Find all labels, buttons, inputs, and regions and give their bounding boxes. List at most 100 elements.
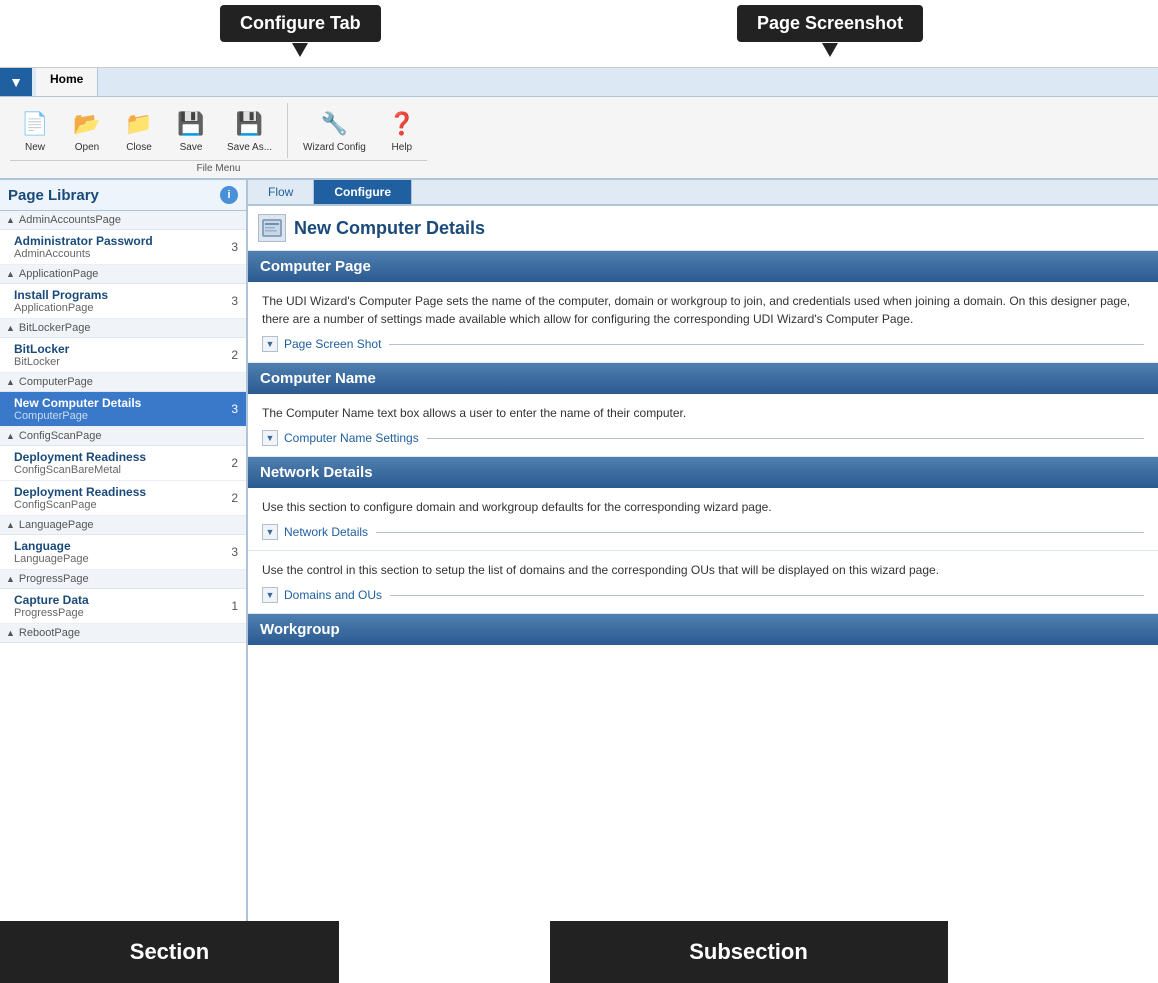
- section-body-computer-name: The Computer Name text box allows a user…: [248, 394, 1158, 457]
- save-as-icon: 💾: [234, 108, 266, 140]
- sidebar-item-deployment-configscan[interactable]: Deployment Readiness ConfigScanPage 2: [0, 481, 246, 516]
- help-icon: ❓: [386, 108, 418, 140]
- subsection-page-screenshot[interactable]: ▼ Page Screen Shot: [262, 336, 1144, 352]
- chevron-icon: ▲: [6, 323, 15, 333]
- group-label: LanguagePage: [19, 519, 94, 531]
- item-badge: 3: [231, 294, 238, 308]
- new-label: New: [25, 142, 45, 153]
- section-header-workgroup: Workgroup: [248, 614, 1158, 645]
- item-badge: 1: [231, 599, 238, 613]
- ribbon-tab-home[interactable]: Home: [36, 68, 98, 96]
- chevron-icon: ▲: [6, 628, 15, 638]
- save-as-button[interactable]: 💾 Save As...: [218, 103, 281, 158]
- subsection-computer-name-settings[interactable]: ▼ Computer Name Settings: [262, 430, 1144, 446]
- close-icon: 📁: [123, 108, 155, 140]
- sidebar-group-language[interactable]: ▲ LanguagePage: [0, 516, 246, 535]
- sidebar-item-deployment-baremetal[interactable]: Deployment Readiness ConfigScanBareMetal…: [0, 446, 246, 481]
- page-screenshot-label: Page Screenshot: [737, 5, 923, 42]
- page-title: New Computer Details: [294, 218, 485, 239]
- group-label: ComputerPage: [19, 376, 93, 388]
- computer-name-description: The Computer Name text box allows a user…: [262, 404, 1144, 422]
- ribbon-menu-icon[interactable]: ▼: [0, 68, 32, 96]
- save-button[interactable]: 💾 Save: [166, 103, 216, 158]
- tab-flow[interactable]: Flow: [248, 180, 314, 204]
- item-badge: 3: [231, 545, 238, 559]
- item-content: Deployment Readiness ConfigScanPage: [14, 485, 231, 511]
- sidebar-item-new-computer[interactable]: New Computer Details ComputerPage 3: [0, 392, 246, 427]
- sidebar-group-progress[interactable]: ▲ ProgressPage: [0, 570, 246, 589]
- sidebar-group-reboot[interactable]: ▲ RebootPage: [0, 624, 246, 643]
- item-subtitle: LanguagePage: [14, 553, 231, 565]
- group-label: ConfigScanPage: [19, 430, 102, 442]
- network-details-description: Use this section to configure domain and…: [262, 498, 1144, 516]
- tab-configure[interactable]: Configure: [314, 180, 412, 204]
- content-tabs: Flow Configure: [248, 180, 1158, 206]
- network-2-description: Use the control in this section to setup…: [262, 561, 1144, 579]
- item-content: Language LanguagePage: [14, 539, 231, 565]
- subsection-line: [389, 344, 1144, 345]
- sidebar-group-configscan[interactable]: ▲ ConfigScanPage: [0, 427, 246, 446]
- chevron-icon: ▲: [6, 269, 15, 279]
- subsection-bottom-label: Subsection: [550, 921, 948, 983]
- item-title: Administrator Password: [14, 234, 231, 248]
- help-label: Help: [392, 142, 413, 153]
- sidebar-header: Page Library i: [0, 180, 246, 211]
- sidebar-group-app[interactable]: ▲ ApplicationPage: [0, 265, 246, 284]
- subsection-network-details[interactable]: ▼ Network Details: [262, 524, 1144, 540]
- item-badge: 2: [231, 491, 238, 505]
- subsection-chevron-icon: ▼: [262, 587, 278, 603]
- section-bottom-label: Section: [0, 921, 339, 983]
- section-body-computer-page: The UDI Wizard's Computer Page sets the …: [248, 282, 1158, 363]
- item-content: BitLocker BitLocker: [14, 342, 231, 368]
- info-icon[interactable]: i: [220, 186, 238, 204]
- subsection-domains-ous[interactable]: ▼ Domains and OUs: [262, 587, 1144, 603]
- item-title: Capture Data: [14, 593, 231, 607]
- bottom-labels: Section Subsection: [0, 921, 1158, 983]
- ribbon: ▼ Home 📄 New 📂 Open 📁 Close 💾 S: [0, 68, 1158, 180]
- sidebar-group-computer[interactable]: ▲ ComputerPage: [0, 373, 246, 392]
- subsection-line: [427, 438, 1144, 439]
- open-icon: 📂: [71, 108, 103, 140]
- close-button[interactable]: 📁 Close: [114, 103, 164, 158]
- bottom-right-space: [948, 921, 1158, 983]
- item-subtitle: ApplicationPage: [14, 302, 231, 314]
- page-library-title: Page Library: [8, 187, 99, 204]
- item-subtitle: BitLocker: [14, 356, 231, 368]
- item-subtitle: ProgressPage: [14, 607, 231, 619]
- group-label: ApplicationPage: [19, 268, 99, 280]
- content-body: New Computer Details Computer Page The U…: [248, 206, 1158, 921]
- subsection-label: Page Screen Shot: [284, 337, 381, 351]
- computer-page-description: The UDI Wizard's Computer Page sets the …: [262, 292, 1144, 328]
- help-button[interactable]: ❓ Help: [377, 103, 427, 158]
- sidebar-item-capture-data[interactable]: Capture Data ProgressPage 1: [0, 589, 246, 624]
- item-badge: 2: [231, 456, 238, 470]
- item-badge: 2: [231, 348, 238, 362]
- chevron-icon: ▲: [6, 215, 15, 225]
- ribbon-divider: [287, 103, 288, 158]
- wizard-config-button[interactable]: 🔧 Wizard Config: [294, 103, 375, 158]
- item-title: Language: [14, 539, 231, 553]
- item-content: New Computer Details ComputerPage: [14, 396, 231, 422]
- item-content: Deployment Readiness ConfigScanBareMetal: [14, 450, 231, 476]
- file-menu-label: File Menu: [10, 160, 427, 174]
- sidebar-item-language[interactable]: Language LanguagePage 3: [0, 535, 246, 570]
- section-body-network-2: Use the control in this section to setup…: [248, 551, 1158, 614]
- subsection-line: [390, 595, 1144, 596]
- item-subtitle: ComputerPage: [14, 410, 231, 422]
- section-header-computer-name: Computer Name: [248, 363, 1158, 394]
- open-button[interactable]: 📂 Open: [62, 103, 112, 158]
- new-button[interactable]: 📄 New: [10, 103, 60, 158]
- subsection-label: Computer Name Settings: [284, 431, 419, 445]
- content-area: Flow Configure New Computer Details Comp…: [248, 180, 1158, 921]
- save-as-label: Save As...: [227, 142, 272, 153]
- sidebar-item-bitlocker[interactable]: BitLocker BitLocker 2: [0, 338, 246, 373]
- item-title: Install Programs: [14, 288, 231, 302]
- sidebar-list: ▲ AdminAccountsPage Administrator Passwo…: [0, 211, 246, 921]
- save-label: Save: [180, 142, 203, 153]
- chevron-icon: ▲: [6, 574, 15, 584]
- sidebar-group-admin[interactable]: ▲ AdminAccountsPage: [0, 211, 246, 230]
- save-icon: 💾: [175, 108, 207, 140]
- sidebar-item-admin-password[interactable]: Administrator Password AdminAccounts 3: [0, 230, 246, 265]
- sidebar-group-bitlocker[interactable]: ▲ BitLockerPage: [0, 319, 246, 338]
- sidebar-item-install-programs[interactable]: Install Programs ApplicationPage 3: [0, 284, 246, 319]
